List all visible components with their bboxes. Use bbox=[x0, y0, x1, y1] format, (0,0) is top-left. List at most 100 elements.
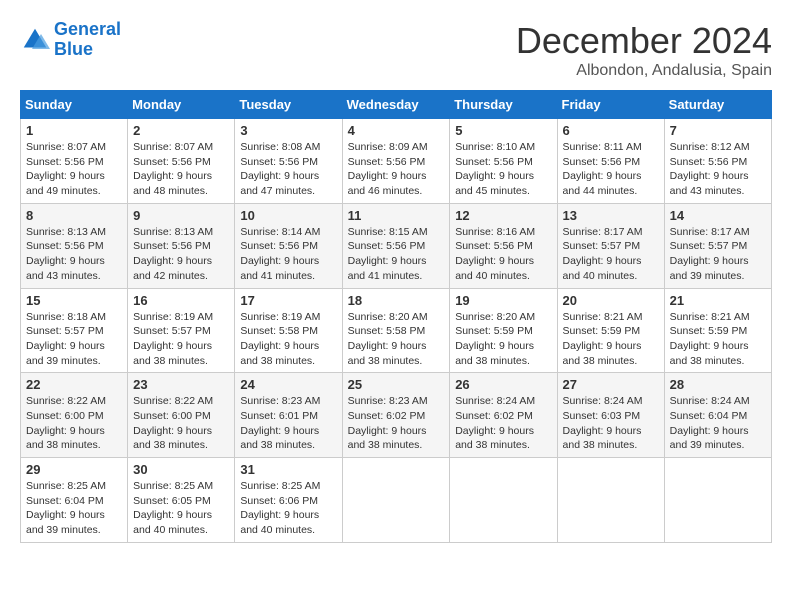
calendar-cell: 13 Sunrise: 8:17 AMSunset: 5:57 PMDaylig… bbox=[557, 203, 664, 288]
calendar-cell: 4 Sunrise: 8:09 AMSunset: 5:56 PMDayligh… bbox=[342, 119, 450, 204]
day-number: 3 bbox=[240, 123, 336, 138]
day-number: 6 bbox=[563, 123, 659, 138]
weekday-header-wednesday: Wednesday bbox=[342, 91, 450, 119]
calendar-cell bbox=[342, 458, 450, 543]
day-info: Sunrise: 8:25 AMSunset: 6:06 PMDaylight:… bbox=[240, 480, 320, 536]
calendar-cell: 26 Sunrise: 8:24 AMSunset: 6:02 PMDaylig… bbox=[450, 373, 557, 458]
day-info: Sunrise: 8:13 AMSunset: 5:56 PMDaylight:… bbox=[133, 226, 213, 282]
day-info: Sunrise: 8:22 AMSunset: 6:00 PMDaylight:… bbox=[26, 395, 106, 451]
day-info: Sunrise: 8:12 AMSunset: 5:56 PMDaylight:… bbox=[670, 141, 750, 197]
day-info: Sunrise: 8:07 AMSunset: 5:56 PMDaylight:… bbox=[26, 141, 106, 197]
calendar-cell: 5 Sunrise: 8:10 AMSunset: 5:56 PMDayligh… bbox=[450, 119, 557, 204]
day-info: Sunrise: 8:24 AMSunset: 6:02 PMDaylight:… bbox=[455, 395, 535, 451]
calendar-cell: 6 Sunrise: 8:11 AMSunset: 5:56 PMDayligh… bbox=[557, 119, 664, 204]
calendar-week-row: 29 Sunrise: 8:25 AMSunset: 6:04 PMDaylig… bbox=[21, 458, 772, 543]
calendar-cell: 15 Sunrise: 8:18 AMSunset: 5:57 PMDaylig… bbox=[21, 288, 128, 373]
day-info: Sunrise: 8:08 AMSunset: 5:56 PMDaylight:… bbox=[240, 141, 320, 197]
calendar-cell: 30 Sunrise: 8:25 AMSunset: 6:05 PMDaylig… bbox=[128, 458, 235, 543]
day-info: Sunrise: 8:11 AMSunset: 5:56 PMDaylight:… bbox=[563, 141, 642, 197]
day-info: Sunrise: 8:17 AMSunset: 5:57 PMDaylight:… bbox=[670, 226, 750, 282]
day-number: 30 bbox=[133, 462, 229, 477]
calendar-cell: 16 Sunrise: 8:19 AMSunset: 5:57 PMDaylig… bbox=[128, 288, 235, 373]
day-info: Sunrise: 8:24 AMSunset: 6:03 PMDaylight:… bbox=[563, 395, 643, 451]
day-number: 1 bbox=[26, 123, 122, 138]
day-info: Sunrise: 8:18 AMSunset: 5:57 PMDaylight:… bbox=[26, 311, 106, 367]
day-info: Sunrise: 8:20 AMSunset: 5:59 PMDaylight:… bbox=[455, 311, 535, 367]
calendar-cell: 27 Sunrise: 8:24 AMSunset: 6:03 PMDaylig… bbox=[557, 373, 664, 458]
day-info: Sunrise: 8:16 AMSunset: 5:56 PMDaylight:… bbox=[455, 226, 535, 282]
day-info: Sunrise: 8:07 AMSunset: 5:56 PMDaylight:… bbox=[133, 141, 213, 197]
day-number: 29 bbox=[26, 462, 122, 477]
calendar-cell: 23 Sunrise: 8:22 AMSunset: 6:00 PMDaylig… bbox=[128, 373, 235, 458]
calendar-cell: 2 Sunrise: 8:07 AMSunset: 5:56 PMDayligh… bbox=[128, 119, 235, 204]
day-number: 4 bbox=[348, 123, 445, 138]
day-info: Sunrise: 8:19 AMSunset: 5:58 PMDaylight:… bbox=[240, 311, 320, 367]
logo-line1: General bbox=[54, 19, 121, 39]
day-info: Sunrise: 8:22 AMSunset: 6:00 PMDaylight:… bbox=[133, 395, 213, 451]
day-info: Sunrise: 8:21 AMSunset: 5:59 PMDaylight:… bbox=[670, 311, 750, 367]
calendar-week-row: 8 Sunrise: 8:13 AMSunset: 5:56 PMDayligh… bbox=[21, 203, 772, 288]
day-number: 2 bbox=[133, 123, 229, 138]
day-info: Sunrise: 8:13 AMSunset: 5:56 PMDaylight:… bbox=[26, 226, 106, 282]
day-number: 18 bbox=[348, 293, 445, 308]
day-info: Sunrise: 8:14 AMSunset: 5:56 PMDaylight:… bbox=[240, 226, 320, 282]
weekday-header-thursday: Thursday bbox=[450, 91, 557, 119]
calendar-cell bbox=[664, 458, 771, 543]
calendar-cell: 11 Sunrise: 8:15 AMSunset: 5:56 PMDaylig… bbox=[342, 203, 450, 288]
day-number: 26 bbox=[455, 377, 551, 392]
day-number: 10 bbox=[240, 208, 336, 223]
day-info: Sunrise: 8:15 AMSunset: 5:56 PMDaylight:… bbox=[348, 226, 428, 282]
logo-line2: Blue bbox=[54, 39, 93, 59]
calendar-cell: 18 Sunrise: 8:20 AMSunset: 5:58 PMDaylig… bbox=[342, 288, 450, 373]
calendar-cell: 8 Sunrise: 8:13 AMSunset: 5:56 PMDayligh… bbox=[21, 203, 128, 288]
calendar-week-row: 22 Sunrise: 8:22 AMSunset: 6:00 PMDaylig… bbox=[21, 373, 772, 458]
calendar-cell: 19 Sunrise: 8:20 AMSunset: 5:59 PMDaylig… bbox=[450, 288, 557, 373]
day-number: 12 bbox=[455, 208, 551, 223]
weekday-header-friday: Friday bbox=[557, 91, 664, 119]
calendar-cell: 22 Sunrise: 8:22 AMSunset: 6:00 PMDaylig… bbox=[21, 373, 128, 458]
calendar-cell: 3 Sunrise: 8:08 AMSunset: 5:56 PMDayligh… bbox=[235, 119, 342, 204]
day-number: 27 bbox=[563, 377, 659, 392]
calendar-cell: 12 Sunrise: 8:16 AMSunset: 5:56 PMDaylig… bbox=[450, 203, 557, 288]
day-info: Sunrise: 8:23 AMSunset: 6:01 PMDaylight:… bbox=[240, 395, 320, 451]
calendar-cell: 24 Sunrise: 8:23 AMSunset: 6:01 PMDaylig… bbox=[235, 373, 342, 458]
day-info: Sunrise: 8:20 AMSunset: 5:58 PMDaylight:… bbox=[348, 311, 428, 367]
day-info: Sunrise: 8:19 AMSunset: 5:57 PMDaylight:… bbox=[133, 311, 213, 367]
calendar-cell: 29 Sunrise: 8:25 AMSunset: 6:04 PMDaylig… bbox=[21, 458, 128, 543]
day-info: Sunrise: 8:17 AMSunset: 5:57 PMDaylight:… bbox=[563, 226, 643, 282]
day-number: 9 bbox=[133, 208, 229, 223]
weekday-header-row: SundayMondayTuesdayWednesdayThursdayFrid… bbox=[21, 91, 772, 119]
day-number: 23 bbox=[133, 377, 229, 392]
day-info: Sunrise: 8:21 AMSunset: 5:59 PMDaylight:… bbox=[563, 311, 643, 367]
day-number: 11 bbox=[348, 208, 445, 223]
weekday-header-tuesday: Tuesday bbox=[235, 91, 342, 119]
calendar-cell: 7 Sunrise: 8:12 AMSunset: 5:56 PMDayligh… bbox=[664, 119, 771, 204]
calendar-cell: 21 Sunrise: 8:21 AMSunset: 5:59 PMDaylig… bbox=[664, 288, 771, 373]
weekday-header-sunday: Sunday bbox=[21, 91, 128, 119]
weekday-header-saturday: Saturday bbox=[664, 91, 771, 119]
day-info: Sunrise: 8:24 AMSunset: 6:04 PMDaylight:… bbox=[670, 395, 750, 451]
day-number: 31 bbox=[240, 462, 336, 477]
day-number: 20 bbox=[563, 293, 659, 308]
day-number: 17 bbox=[240, 293, 336, 308]
calendar-table: SundayMondayTuesdayWednesdayThursdayFrid… bbox=[20, 90, 772, 543]
day-info: Sunrise: 8:25 AMSunset: 6:05 PMDaylight:… bbox=[133, 480, 213, 536]
day-info: Sunrise: 8:25 AMSunset: 6:04 PMDaylight:… bbox=[26, 480, 106, 536]
calendar-cell: 14 Sunrise: 8:17 AMSunset: 5:57 PMDaylig… bbox=[664, 203, 771, 288]
calendar-cell: 17 Sunrise: 8:19 AMSunset: 5:58 PMDaylig… bbox=[235, 288, 342, 373]
location-subtitle: Albondon, Andalusia, Spain bbox=[516, 62, 772, 80]
day-info: Sunrise: 8:23 AMSunset: 6:02 PMDaylight:… bbox=[348, 395, 428, 451]
calendar-cell: 28 Sunrise: 8:24 AMSunset: 6:04 PMDaylig… bbox=[664, 373, 771, 458]
calendar-cell: 31 Sunrise: 8:25 AMSunset: 6:06 PMDaylig… bbox=[235, 458, 342, 543]
day-number: 24 bbox=[240, 377, 336, 392]
calendar-cell: 9 Sunrise: 8:13 AMSunset: 5:56 PMDayligh… bbox=[128, 203, 235, 288]
calendar-week-row: 15 Sunrise: 8:18 AMSunset: 5:57 PMDaylig… bbox=[21, 288, 772, 373]
day-number: 15 bbox=[26, 293, 122, 308]
logo: General Blue bbox=[20, 20, 121, 60]
calendar-cell bbox=[450, 458, 557, 543]
day-info: Sunrise: 8:09 AMSunset: 5:56 PMDaylight:… bbox=[348, 141, 428, 197]
day-info: Sunrise: 8:10 AMSunset: 5:56 PMDaylight:… bbox=[455, 141, 535, 197]
calendar-week-row: 1 Sunrise: 8:07 AMSunset: 5:56 PMDayligh… bbox=[21, 119, 772, 204]
day-number: 5 bbox=[455, 123, 551, 138]
month-title: December 2024 bbox=[516, 20, 772, 62]
